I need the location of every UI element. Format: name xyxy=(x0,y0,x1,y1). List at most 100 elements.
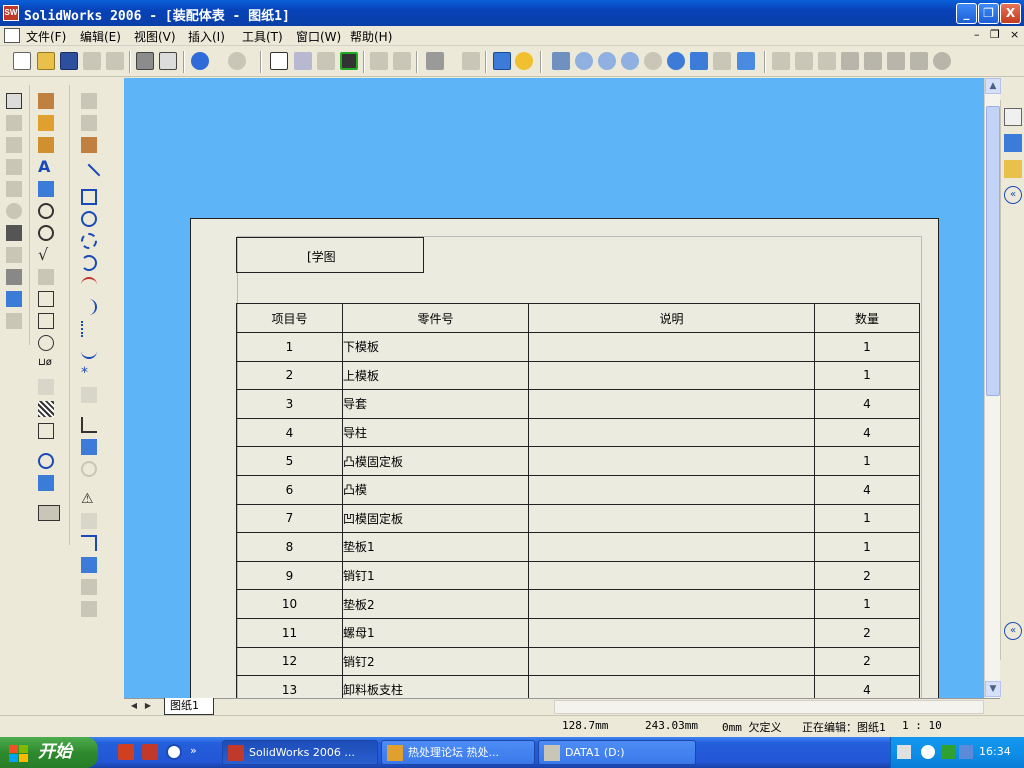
select-cursor-icon[interactable] xyxy=(270,52,288,70)
monitor-icon[interactable] xyxy=(959,745,973,759)
point-icon[interactable]: * xyxy=(81,365,97,381)
save-icon[interactable] xyxy=(60,52,78,70)
fillet-icon[interactable] xyxy=(81,299,97,315)
projected-view-icon[interactable] xyxy=(6,115,22,131)
geometric-tolerance-icon[interactable] xyxy=(38,291,54,307)
table-row[interactable]: 4 导柱 4 xyxy=(236,417,920,448)
print-preview-icon[interactable] xyxy=(159,52,177,70)
properties-icon[interactable] xyxy=(493,52,511,70)
cell-item-number[interactable]: 12 xyxy=(236,646,343,677)
centerpoint-arc-icon[interactable] xyxy=(81,233,97,249)
shaded-icon[interactable] xyxy=(864,52,882,70)
make-drawing-icon[interactable] xyxy=(83,52,101,70)
select-other-icon[interactable] xyxy=(294,52,312,70)
cell-quantity[interactable]: 1 xyxy=(814,532,920,562)
model-items-icon[interactable] xyxy=(38,115,54,131)
doc-minimize-button[interactable]: – xyxy=(974,28,980,41)
quick-launch-app-icon[interactable] xyxy=(118,744,134,760)
broken-out-section-icon[interactable] xyxy=(6,247,22,263)
cell-quantity[interactable]: 2 xyxy=(814,560,920,591)
status-scale[interactable]: 1 : 10 xyxy=(902,719,942,732)
cell-quantity[interactable]: 4 xyxy=(814,417,920,448)
spell-checker-icon[interactable] xyxy=(38,181,54,197)
cell-quantity[interactable]: 1 xyxy=(814,446,920,476)
menu-insert[interactable]: 插入(I) xyxy=(188,28,225,45)
help-icon[interactable] xyxy=(515,52,533,70)
header-quantity[interactable]: 数量 xyxy=(814,303,920,333)
circle-icon[interactable] xyxy=(81,211,97,227)
cell-description[interactable] xyxy=(528,417,815,448)
cell-part-number[interactable]: 垫板1 xyxy=(342,532,529,562)
line-icon[interactable] xyxy=(77,163,101,187)
move-entities-icon[interactable] xyxy=(81,579,97,595)
aligned-section-icon[interactable] xyxy=(6,181,22,197)
area-hatch-icon[interactable] xyxy=(38,401,54,417)
vertical-scrollbar[interactable]: ▲ ▼ xyxy=(984,78,1001,698)
cell-part-number[interactable]: 导柱 xyxy=(342,417,529,448)
menu-window[interactable]: 窗口(W) xyxy=(296,28,341,45)
cell-description[interactable] xyxy=(528,332,815,362)
menu-tools[interactable]: 工具(T) xyxy=(242,28,283,45)
align-icon[interactable] xyxy=(426,52,444,70)
drawing-canvas[interactable]: [学图 项目号 零件号 说明 数量 1 下模板 1 2 上模板 1 3 导套 4 4 导柱 4 5 凸模固… xyxy=(124,78,984,698)
model-view-icon[interactable] xyxy=(6,93,22,109)
datum-target-icon[interactable] xyxy=(38,335,54,351)
new-document-icon[interactable] xyxy=(13,52,31,70)
revision-symbol-icon[interactable] xyxy=(38,379,54,395)
cell-part-number[interactable]: 导套 xyxy=(342,389,529,419)
cell-description[interactable] xyxy=(528,560,815,591)
clock[interactable]: 16:34 xyxy=(979,745,1011,758)
cell-part-number[interactable]: 螺母1 xyxy=(342,617,529,648)
layer-icon[interactable] xyxy=(393,52,411,70)
zoom-to-fit-icon[interactable] xyxy=(575,52,593,70)
sketch-dimension-icon[interactable] xyxy=(81,137,97,153)
display-relations-icon[interactable] xyxy=(81,439,97,455)
table-row[interactable]: 13 卸料板支柱 4 xyxy=(236,675,920,698)
grid-icon[interactable] xyxy=(370,52,388,70)
menu-edit[interactable]: 编辑(E) xyxy=(80,28,121,45)
cell-part-number[interactable]: 销钉1 xyxy=(342,560,529,591)
zoom-in-out-icon[interactable] xyxy=(621,52,639,70)
auto-balloon-icon[interactable] xyxy=(38,225,54,241)
cell-part-number[interactable]: 下模板 xyxy=(342,332,529,362)
network-icon[interactable] xyxy=(941,745,955,759)
menu-view[interactable]: 视图(V) xyxy=(134,28,176,45)
cell-quantity[interactable]: 1 xyxy=(814,503,920,534)
zoom-to-area-icon[interactable] xyxy=(598,52,616,70)
horizontal-scrollbar[interactable] xyxy=(554,700,984,714)
detail-view-icon[interactable] xyxy=(6,203,22,219)
hidden-lines-visible-icon[interactable] xyxy=(795,52,813,70)
cell-item-number[interactable]: 11 xyxy=(236,617,343,648)
note-icon[interactable]: A xyxy=(38,159,54,175)
print-icon[interactable] xyxy=(136,52,154,70)
table-icon[interactable] xyxy=(38,505,60,521)
shadows-icon[interactable] xyxy=(887,52,905,70)
sketch-icon[interactable] xyxy=(317,52,335,70)
cell-quantity[interactable]: 1 xyxy=(814,360,920,391)
section-view-tool-icon[interactable] xyxy=(6,159,22,175)
table-row[interactable]: 9 销钉1 2 xyxy=(236,560,920,591)
warning-icon[interactable]: ⚠ xyxy=(81,491,97,507)
surface-finish-icon[interactable]: √ xyxy=(38,247,54,263)
sketch-picture-icon[interactable] xyxy=(81,461,97,477)
cell-description[interactable] xyxy=(528,389,815,419)
rectangle-icon[interactable] xyxy=(81,189,97,205)
cell-description[interactable] xyxy=(528,617,815,648)
options-icon[interactable] xyxy=(462,52,480,70)
close-button[interactable]: X xyxy=(1000,3,1021,24)
cell-item-number[interactable]: 1 xyxy=(236,332,343,362)
cell-description[interactable] xyxy=(528,589,815,619)
spline-icon[interactable] xyxy=(81,343,97,359)
cell-quantity[interactable]: 4 xyxy=(814,389,920,419)
doc-close-button[interactable]: × xyxy=(1010,28,1019,41)
realview-icon[interactable] xyxy=(933,52,951,70)
section-view-icon[interactable] xyxy=(910,52,928,70)
tab-sheet1[interactable]: 图纸1 xyxy=(164,698,214,715)
3-point-arc-icon[interactable] xyxy=(81,277,97,293)
wireframe-icon[interactable] xyxy=(772,52,790,70)
bill-of-materials-table[interactable]: 项目号 零件号 说明 数量 1 下模板 1 2 上模板 1 3 导套 4 4 导柱 4 5 凸模固定板 1 6… xyxy=(236,303,920,698)
roll-view-icon[interactable] xyxy=(713,52,731,70)
balloon-icon[interactable] xyxy=(38,203,54,219)
mirror-entities-icon[interactable] xyxy=(81,557,97,573)
cell-part-number[interactable]: 销钉2 xyxy=(342,646,529,677)
